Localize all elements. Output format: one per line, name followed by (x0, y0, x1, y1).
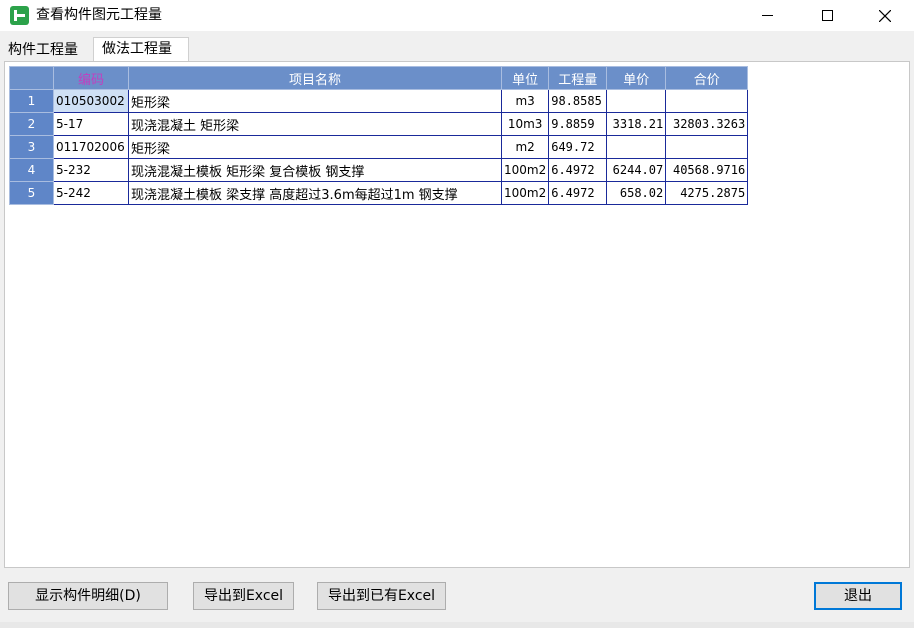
cell-unit[interactable]: 100m2 (500, 158, 550, 182)
cell-total[interactable] (665, 89, 749, 113)
cell-code[interactable]: 5-17 (53, 112, 129, 136)
title-bar: 查看构件图元工程量 (0, 0, 914, 31)
cell-quantity[interactable]: 6.4972 (548, 158, 608, 182)
close-button[interactable] (862, 0, 908, 31)
column-header-name[interactable]: 项目名称 (128, 66, 502, 90)
table-row[interactable]: 4 5-232 现浇混凝土模板 矩形梁 复合模板 钢支撑 100m2 6.497… (9, 158, 749, 182)
column-header-total[interactable]: 合价 (665, 66, 749, 90)
app-logo-icon (10, 6, 29, 25)
close-icon (879, 9, 891, 22)
cell-code[interactable]: 010503002 (53, 89, 129, 113)
cell-name[interactable]: 现浇混凝土模板 矩形梁 复合模板 钢支撑 (128, 158, 502, 182)
show-component-detail-button[interactable]: 显示构件明细(D) (8, 582, 168, 610)
window-title: 查看构件图元工程量 (36, 7, 162, 23)
quantity-table: 编码 项目名称 单位 工程量 单价 合价 1 010503002 矩形梁 m3 … (9, 66, 749, 205)
cell-total[interactable]: 4275.2875 (665, 181, 749, 205)
cell-name[interactable]: 矩形梁 (128, 135, 502, 159)
dialog-window: 查看构件图元工程量 构件工程量 做法工程量 编码 项目名称 单位 工程量 单价 (0, 0, 914, 628)
corner-cell[interactable] (9, 66, 54, 90)
table-row[interactable]: 5 5-242 现浇混凝土模板 梁支撑 高度超过3.6m每超过1m 钢支撑 10… (9, 181, 749, 205)
row-number[interactable]: 2 (9, 112, 54, 136)
maximize-button[interactable] (804, 0, 850, 31)
cell-unit[interactable]: m2 (500, 135, 550, 159)
cell-name[interactable]: 现浇混凝土 矩形梁 (128, 112, 502, 136)
cell-unit[interactable]: m3 (500, 89, 550, 113)
cell-quantity[interactable]: 649.72 (548, 135, 608, 159)
cell-total[interactable] (665, 135, 749, 159)
tab-component-quantity[interactable]: 构件工程量 (4, 40, 92, 62)
cell-price[interactable]: 6244.07 (606, 158, 667, 182)
exit-button[interactable]: 退出 (814, 582, 902, 610)
minimize-button[interactable] (744, 0, 790, 31)
maximize-icon (821, 10, 833, 21)
cell-quantity[interactable]: 6.4972 (548, 181, 608, 205)
cell-price[interactable]: 658.02 (606, 181, 667, 205)
tab-method-quantity[interactable]: 做法工程量 (93, 37, 189, 63)
column-header-price[interactable]: 单价 (606, 66, 667, 90)
cell-unit[interactable]: 100m2 (500, 181, 550, 205)
cell-quantity[interactable]: 98.8585 (548, 89, 608, 113)
cell-code[interactable]: 011702006 (53, 135, 129, 159)
table-header-row: 编码 项目名称 单位 工程量 单价 合价 (9, 66, 749, 90)
cell-name[interactable]: 现浇混凝土模板 梁支撑 高度超过3.6m每超过1m 钢支撑 (128, 181, 502, 205)
row-number[interactable]: 3 (9, 135, 54, 159)
row-number[interactable]: 5 (9, 181, 54, 205)
cell-price[interactable] (606, 135, 667, 159)
cell-code[interactable]: 5-232 (53, 158, 129, 182)
cell-price[interactable]: 3318.21 (606, 112, 667, 136)
column-header-code[interactable]: 编码 (53, 66, 129, 90)
export-excel-button[interactable]: 导出到Excel (193, 582, 294, 610)
minimize-icon (761, 15, 773, 16)
cell-unit[interactable]: 10m3 (500, 112, 550, 136)
quantity-panel: 编码 项目名称 单位 工程量 单价 合价 1 010503002 矩形梁 m3 … (4, 61, 910, 568)
table-row[interactable]: 2 5-17 现浇混凝土 矩形梁 10m3 9.8859 3318.21 328… (9, 112, 749, 136)
cell-total[interactable]: 40568.9716 (665, 158, 749, 182)
export-existing-excel-button[interactable]: 导出到已有Excel (317, 582, 446, 610)
cell-code[interactable]: 5-242 (53, 181, 129, 205)
cell-price[interactable] (606, 89, 667, 113)
window-bottom-edge (0, 622, 914, 628)
cell-total[interactable]: 32803.3263 (665, 112, 749, 136)
cell-quantity[interactable]: 9.8859 (548, 112, 608, 136)
column-header-unit[interactable]: 单位 (500, 66, 550, 90)
table-row[interactable]: 1 010503002 矩形梁 m3 98.8585 (9, 89, 749, 113)
row-number[interactable]: 1 (9, 89, 54, 113)
table-row[interactable]: 3 011702006 矩形梁 m2 649.72 (9, 135, 749, 159)
row-number[interactable]: 4 (9, 158, 54, 182)
cell-name[interactable]: 矩形梁 (128, 89, 502, 113)
column-header-quantity[interactable]: 工程量 (548, 66, 608, 90)
